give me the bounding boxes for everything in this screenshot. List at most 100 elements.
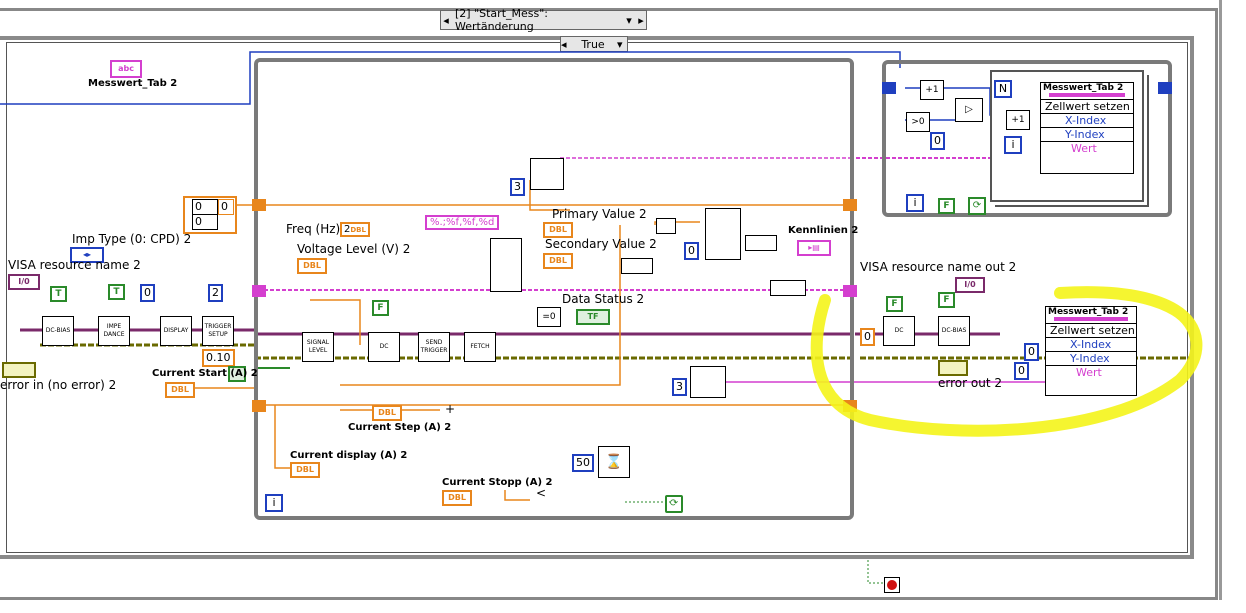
secondary-value-label: Secondary Value 2 bbox=[545, 237, 657, 251]
property-node-top: Messwert_Tab 2 Zellwert setzen X-Index Y… bbox=[1040, 82, 1134, 174]
highlight-annotation bbox=[810, 286, 1203, 437]
property-node-top-row-x: X-Index bbox=[1041, 114, 1133, 128]
shift-register-topright-right bbox=[1158, 82, 1172, 94]
string-function-block-1[interactable] bbox=[530, 158, 564, 190]
property-node-top-row-y: Y-Index bbox=[1041, 128, 1133, 142]
signal-level-block[interactable]: SIGNAL LEVEL bbox=[302, 332, 334, 362]
string-function-block-2[interactable] bbox=[690, 366, 726, 398]
current-start-control[interactable]: DBL bbox=[165, 382, 195, 398]
voltage-level-label: Voltage Level (V) 2 bbox=[297, 242, 411, 256]
current-start-label: Current Start (A) 2 bbox=[152, 368, 258, 379]
messwert-tab-top-label: Messwert_Tab 2 bbox=[88, 78, 178, 89]
const-zero-mid: 0 bbox=[684, 242, 699, 260]
right-loop-iteration: i bbox=[906, 194, 924, 212]
error-out-label: error out 2 bbox=[938, 376, 1002, 390]
cluster-zero-c: 0 bbox=[218, 199, 234, 215]
dc-block-2[interactable]: DC bbox=[883, 316, 915, 346]
imp-type-label: Imp Type (0: CPD) 2 bbox=[72, 232, 192, 246]
const-zero-top: 0 bbox=[930, 132, 945, 150]
dc-bias-block-1[interactable]: DC-BIAS bbox=[42, 316, 74, 346]
nested-loop-count: N bbox=[994, 80, 1012, 98]
wait-icon: ⌛ bbox=[598, 446, 630, 478]
loop-stop-icon: ⟳ bbox=[665, 495, 683, 513]
messwert-tab-top-indicator: abc bbox=[110, 60, 142, 78]
f-const-2: F bbox=[886, 296, 903, 312]
build-array-block[interactable] bbox=[705, 208, 741, 260]
const-two: 2 bbox=[208, 284, 223, 302]
less-than-icon: < bbox=[535, 486, 547, 500]
shift-register-left-3 bbox=[252, 400, 266, 412]
display-block[interactable]: DISPLAY bbox=[160, 316, 192, 346]
kennlinien-indicator: ▸▤ bbox=[797, 240, 831, 256]
scan-from-string-block[interactable] bbox=[490, 238, 522, 292]
data-status-label: Data Status 2 bbox=[562, 292, 645, 306]
cluster-zero-a: 0 bbox=[192, 199, 218, 215]
visa-out-indicator: I/0 bbox=[955, 277, 985, 293]
data-status-indicator: TF bbox=[576, 309, 610, 325]
property-node-top-row-wert: Wert bbox=[1071, 142, 1097, 155]
current-step-label: Current Step (A) 2 bbox=[348, 422, 452, 433]
dc-bias-block-2[interactable]: DC-BIAS bbox=[938, 316, 970, 346]
error-in-control[interactable] bbox=[2, 362, 36, 378]
t-const-1: T bbox=[50, 286, 67, 302]
const-zero-right: 0 bbox=[860, 328, 875, 346]
cluster-zero-b: 0 bbox=[192, 214, 218, 230]
const-zero-r1: 0 bbox=[1024, 343, 1039, 361]
nested-loop-index: i bbox=[1004, 136, 1022, 154]
format-string-const: %.;%f,%f,%d bbox=[425, 215, 500, 230]
right-loop-stop-const: F bbox=[938, 198, 955, 214]
kennlinien-label: Kennlinien 2 bbox=[788, 225, 859, 236]
stop-button-dot bbox=[887, 580, 897, 590]
property-node-top-bar bbox=[1049, 93, 1125, 97]
increment-icon-1: +1 bbox=[920, 80, 944, 100]
freq-const-type: DBL bbox=[350, 226, 366, 234]
add-icon: + bbox=[444, 402, 456, 416]
send-trigger-block[interactable]: SEND TRIGGER bbox=[418, 332, 450, 362]
current-display-indicator: DBL bbox=[290, 462, 320, 478]
bundle-block-3[interactable] bbox=[770, 280, 806, 296]
const-zero-display: 0 bbox=[140, 284, 155, 302]
increment-icon-2: +1 bbox=[1006, 110, 1030, 130]
shift-register-right-1 bbox=[843, 199, 857, 211]
shift-register-topright-left bbox=[882, 82, 896, 94]
visa-out-label: VISA resource name out 2 bbox=[860, 260, 1017, 274]
shift-register-left-1 bbox=[252, 199, 266, 211]
visa-resource-control[interactable]: I/0 bbox=[8, 274, 40, 290]
select-icon: ▷ bbox=[955, 98, 983, 122]
const-three-b: 3 bbox=[672, 378, 687, 396]
property-node-top-title: Messwert_Tab 2 bbox=[1043, 83, 1124, 93]
freq-label: Freq (Hz) bbox=[286, 222, 341, 236]
primary-value-label: Primary Value 2 bbox=[552, 207, 647, 221]
impedance-block[interactable]: IMPE DANCE bbox=[98, 316, 130, 346]
const-fifty: 50 bbox=[572, 454, 594, 472]
current-stopp-control[interactable]: DBL bbox=[442, 490, 472, 506]
current-step-control[interactable]: DBL bbox=[372, 405, 402, 421]
loop-iteration-terminal: i bbox=[265, 494, 283, 512]
greater-zero-icon: >0 bbox=[906, 112, 930, 132]
primary-value-indicator: DBL bbox=[543, 222, 573, 238]
freq-const: 2DBL bbox=[340, 222, 370, 237]
visa-resource-label: VISA resource name 2 bbox=[8, 258, 141, 272]
shift-register-left-2 bbox=[252, 285, 266, 297]
fetch-block[interactable]: FETCH bbox=[464, 332, 496, 362]
equal-zero-icon: =0 bbox=[537, 307, 561, 327]
t-const-2: T bbox=[108, 284, 125, 300]
bundle-block-2[interactable] bbox=[621, 258, 653, 274]
const-zero-r2: 0 bbox=[1014, 362, 1029, 380]
stop-button-icon[interactable] bbox=[884, 577, 900, 593]
f-const-4: F bbox=[938, 292, 955, 308]
dc-block[interactable]: DC bbox=[368, 332, 400, 362]
voltage-level-control[interactable]: DBL bbox=[297, 258, 327, 274]
bundle-block-1[interactable] bbox=[656, 218, 676, 234]
error-out-indicator bbox=[938, 360, 968, 376]
array-block-2[interactable] bbox=[745, 235, 777, 251]
const-0-10: 0.10 bbox=[202, 349, 235, 367]
error-in-label: error in (no error) 2 bbox=[0, 378, 117, 392]
secondary-value-indicator: DBL bbox=[543, 253, 573, 269]
f-const-1: F bbox=[372, 300, 389, 316]
right-loop-stop-icon: ⟳ bbox=[968, 197, 986, 215]
property-node-top-method: Zellwert setzen bbox=[1041, 99, 1133, 114]
trigger-setup-block[interactable]: TRIGGER SETUP bbox=[202, 316, 234, 346]
const-three-a: 3 bbox=[510, 178, 525, 196]
current-display-label: Current display (A) 2 bbox=[290, 450, 408, 461]
